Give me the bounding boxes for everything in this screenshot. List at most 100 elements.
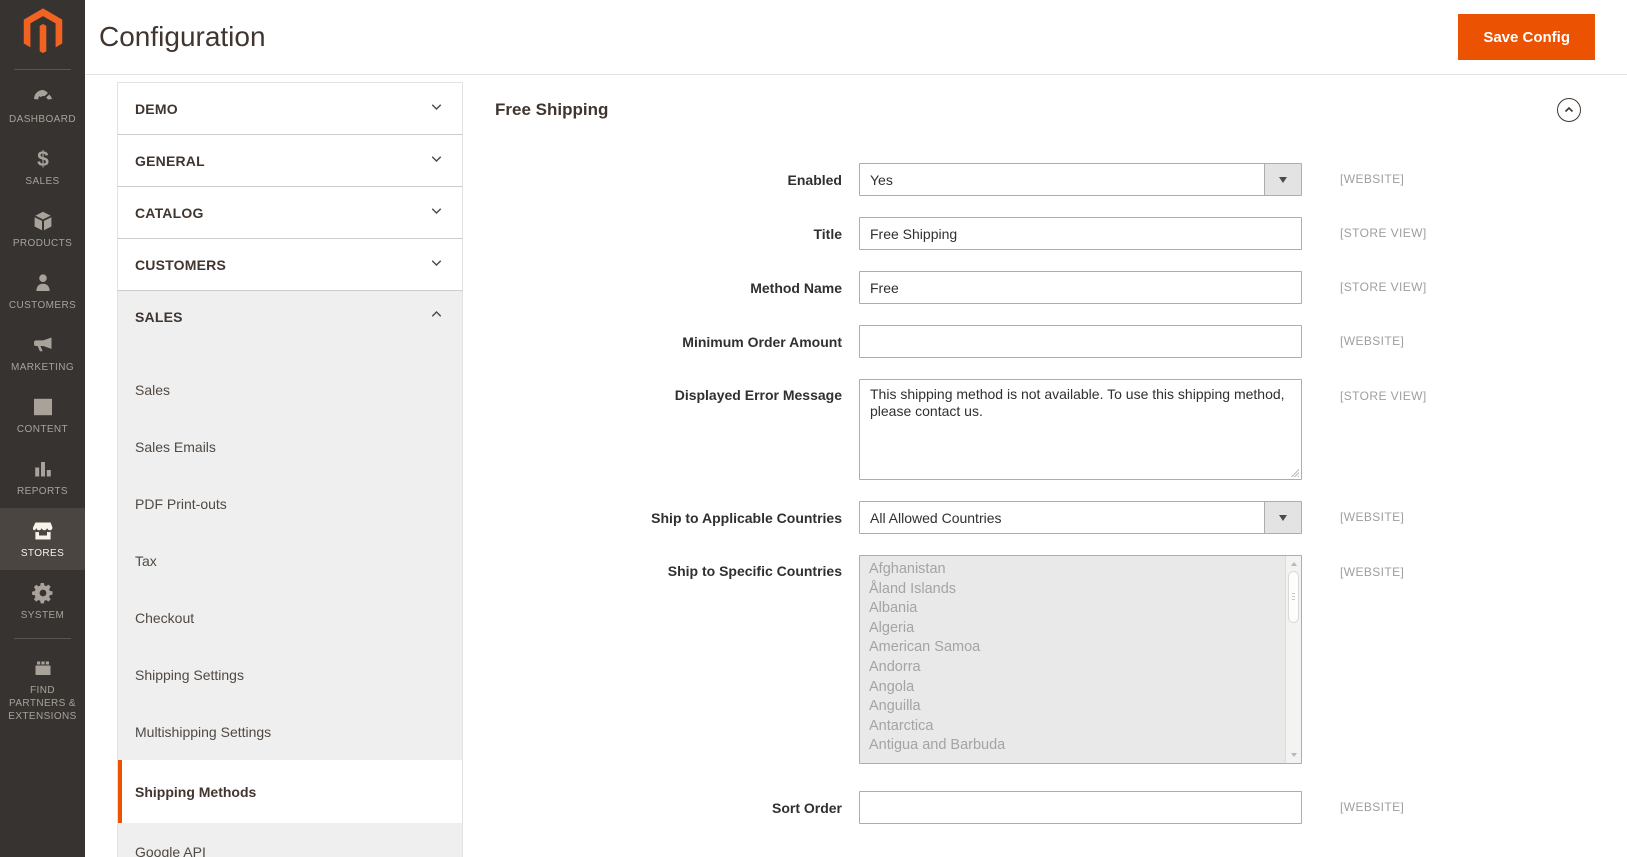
displayed-error-message-label: Displayed Error Message — [674, 387, 842, 403]
sidebar-item-label: STORES — [20, 548, 65, 559]
form-row-method-name: Method Name [STORE VIEW] — [495, 271, 1607, 304]
sidebar-item-system[interactable]: SYSTEM — [0, 570, 85, 632]
country-option-antigua-and-barbuda[interactable]: Antigua and Barbuda — [869, 736, 1284, 756]
scrollbar-thumb[interactable] — [1288, 571, 1299, 623]
sidebar-item-label: FIND PARTNERS & EXTENSIONS — [8, 685, 77, 722]
sidebar-item-customers[interactable]: CUSTOMERS — [0, 260, 85, 322]
chevron-down-icon — [428, 98, 445, 120]
country-option-angola[interactable]: Angola — [869, 678, 1284, 698]
dashboard-icon — [2, 85, 83, 110]
title-label: Title — [813, 225, 842, 242]
minimum-order-amount-label: Minimum Order Amount — [682, 333, 842, 350]
ship-to-applicable-countries-select[interactable]: All Allowed Countries — [859, 501, 1302, 534]
sidebar-item-sales[interactable]: $ SALES — [0, 136, 85, 198]
ship-to-applicable-countries-select-value: All Allowed Countries — [870, 509, 1002, 526]
page-header: Configuration Save Config — [85, 0, 1627, 75]
config-nav-item-shipping-settings[interactable]: Shipping Settings — [118, 646, 462, 703]
resize-handle[interactable] — [1290, 468, 1299, 477]
country-option-andorra[interactable]: Andorra — [869, 658, 1284, 678]
config-nav-item-google-api[interactable]: Google API — [118, 823, 462, 857]
country-option-albania[interactable]: Albania — [869, 599, 1284, 619]
config-nav-item-sales[interactable]: Sales — [118, 361, 462, 418]
box-icon — [2, 209, 83, 234]
config-nav-item-shipping-methods[interactable]: Shipping Methods — [118, 760, 462, 823]
config-nav-submenu: Sales Sales Emails PDF Print-outs Tax Checko… — [117, 342, 463, 857]
collapse-section-button[interactable] — [1557, 98, 1581, 122]
scope-label: [WEBSITE] — [1340, 334, 1405, 348]
country-option-anguilla[interactable]: Anguilla — [869, 697, 1284, 717]
config-nav-item-checkout[interactable]: Checkout — [118, 589, 462, 646]
country-option-land-islands[interactable]: Åland Islands — [869, 580, 1284, 600]
config-nav-section-label: GENERAL — [135, 152, 205, 169]
form-row-minimum-order-amount: Minimum Order Amount [WEBSITE] — [495, 325, 1607, 358]
section-title: Free Shipping — [495, 100, 609, 119]
enabled-select[interactable]: Yes — [859, 163, 1302, 196]
config-nav-section-catalog[interactable]: CATALOG — [117, 186, 463, 238]
title-input[interactable] — [859, 217, 1302, 250]
method-name-input[interactable] — [859, 271, 1302, 304]
config-nav-section-sales[interactable]: SALES — [117, 290, 463, 342]
config-nav-section-demo[interactable]: DEMO — [117, 82, 463, 134]
sidebar-item-label: REPORTS — [17, 486, 68, 497]
scope-label: [WEBSITE] — [1340, 800, 1405, 814]
config-nav: DEMO GENERAL CATALOG CUSTOMERS SALES Sales Sal… — [117, 82, 463, 857]
sidebar-divider — [14, 69, 71, 70]
config-nav-section-customers[interactable]: CUSTOMERS — [117, 238, 463, 290]
sidebar-item-marketing[interactable]: MARKETING — [0, 322, 85, 384]
chevron-down-icon — [1264, 502, 1301, 533]
section-header: Free Shipping — [495, 97, 1607, 123]
config-nav-section-label: CUSTOMERS — [135, 256, 226, 273]
config-nav-item-sales-emails[interactable]: Sales Emails — [118, 418, 462, 475]
config-nav-section-general[interactable]: GENERAL — [117, 134, 463, 186]
scope-label: [STORE VIEW] — [1340, 389, 1427, 403]
scrollbar[interactable] — [1285, 556, 1301, 763]
ship-to-specific-countries-label: Ship to Specific Countries — [667, 563, 842, 579]
puzzle-icon — [2, 656, 83, 681]
bar-chart-icon — [2, 457, 83, 482]
country-option-antarctica[interactable]: Antarctica — [869, 717, 1284, 737]
config-nav-section-label: CATALOG — [135, 204, 204, 221]
sidebar-item-content[interactable]: CONTENT — [0, 384, 85, 446]
country-option-algeria[interactable]: Algeria — [869, 619, 1284, 639]
enabled-label: Enabled — [787, 171, 842, 188]
form-row-displayed-error-message: Displayed Error Message This shipping me… — [495, 379, 1607, 480]
scope-label: [WEBSITE] — [1340, 565, 1405, 579]
free-shipping-section: Free Shipping Enabled Yes [WEBSITE] Titl… — [495, 85, 1607, 845]
country-option-afghanistan[interactable]: Afghanistan — [869, 560, 1284, 580]
chevron-up-icon — [428, 306, 445, 328]
sidebar-item-label: DASHBOARD — [9, 114, 76, 125]
layout-icon — [2, 395, 83, 420]
magento-logo[interactable] — [0, 0, 85, 64]
scope-label: [WEBSITE] — [1340, 172, 1405, 186]
sidebar-item-stores[interactable]: STORES — [0, 508, 85, 570]
sidebar-item-label: CUSTOMERS — [8, 300, 77, 311]
scrollbar-down-arrow[interactable] — [1286, 749, 1301, 761]
chevron-down-icon — [428, 254, 445, 276]
scope-label: [WEBSITE] — [1340, 510, 1405, 524]
country-option-american-samoa[interactable]: American Samoa — [869, 638, 1284, 658]
sidebar-item-reports[interactable]: REPORTS — [0, 446, 85, 508]
form-row-sort-order: Sort Order [WEBSITE] — [495, 791, 1607, 824]
config-nav-item-tax[interactable]: Tax — [118, 532, 462, 589]
sidebar-item-products[interactable]: PRODUCTS — [0, 198, 85, 260]
scrollbar-up-arrow[interactable] — [1286, 558, 1301, 570]
admin-sidebar: DASHBOARD $ SALES PRODUCTS CUSTOMERS MARKETIN… — [0, 0, 85, 857]
config-nav-item-multishipping-settings[interactable]: Multishipping Settings — [118, 703, 462, 760]
save-config-button[interactable]: Save Config — [1458, 14, 1595, 60]
form-row-ship-to-applicable-countries: Ship to Applicable Countries All Allowed… — [495, 501, 1607, 534]
displayed-error-message-textarea[interactable]: This shipping method is not available. T… — [859, 379, 1302, 480]
sort-order-label: Sort Order — [771, 799, 842, 816]
minimum-order-amount-input[interactable] — [859, 325, 1302, 358]
magento-admin-page: DASHBOARD $ SALES PRODUCTS CUSTOMERS MARKETIN… — [0, 0, 1627, 857]
sidebar-item-find-partners[interactable]: FIND PARTNERS & EXTENSIONS — [0, 645, 85, 733]
page-title: Configuration — [99, 21, 266, 52]
person-icon — [2, 271, 83, 296]
sort-order-input[interactable] — [859, 791, 1302, 824]
sidebar-item-label: CONTENT — [16, 424, 69, 435]
config-nav-item-pdf-print-outs[interactable]: PDF Print-outs — [118, 475, 462, 532]
sidebar-item-dashboard[interactable]: DASHBOARD — [0, 74, 85, 136]
chevron-down-icon — [1264, 164, 1301, 195]
sidebar-item-label: MARKETING — [10, 362, 75, 373]
ship-to-specific-countries-multiselect[interactable]: Afghanistan Åland Islands Albania Algeria Am… — [859, 555, 1302, 764]
config-nav-section-label: DEMO — [135, 100, 178, 117]
